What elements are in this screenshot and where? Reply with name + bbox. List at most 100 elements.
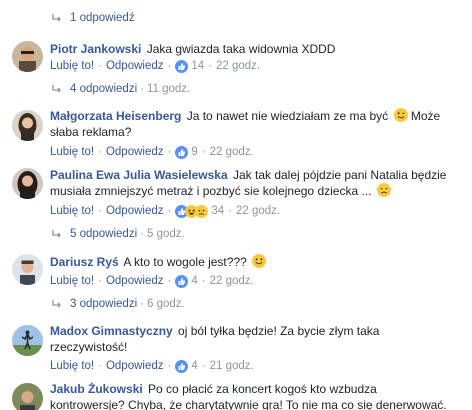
comment-text: Jak tak dalej pójdzie pani Natalia będzi… — [232, 168, 447, 182]
separator: · — [167, 360, 172, 372]
separator: · — [167, 205, 172, 217]
reactions[interactable] — [175, 145, 189, 159]
comment-author[interactable]: Piotr Jankowski — [50, 42, 141, 56]
avatar[interactable] — [12, 168, 43, 199]
reaction-count[interactable]: 9 — [191, 146, 197, 158]
separator: · — [167, 60, 172, 72]
avatar[interactable] — [12, 325, 43, 356]
comment-text-line2: rzeczywistość! — [50, 340, 128, 354]
replies-time: 11 godz. — [146, 83, 191, 95]
reaction-count[interactable]: 14 — [191, 60, 204, 72]
comment-text-line2: słaba reklama? — [50, 125, 132, 139]
reply-arrow-icon — [52, 229, 62, 239]
comment-text: Jaka gwiazda taka widownia XDDD — [146, 42, 336, 56]
comment-time[interactable]: 22 godz. — [210, 146, 254, 158]
avatar[interactable] — [12, 254, 43, 285]
comment-author[interactable]: Paulina Ewa Julia Wasielewska — [50, 168, 228, 182]
tongue-wink-emoji-icon — [393, 108, 408, 122]
comment-text: A kto to wogole jest??? — [123, 255, 247, 269]
sad-reaction-icon — [195, 204, 209, 218]
reply-arrow-icon — [52, 84, 62, 94]
comment-meta: Lubię to! · Odpowiedz · 4 · 21 godz. — [50, 358, 254, 374]
replies-count[interactable]: 5 odpowiedzi — [70, 228, 137, 240]
replies-toggle[interactable]: 3 odpowiedzi · 6 godz. — [52, 296, 185, 312]
comment-body: Małgorzata Heisenberg Ja to nawet nie wi… — [50, 108, 466, 140]
replies-time-separator: · — [140, 298, 144, 310]
comment-body: Jakub Żukowski Po co płacić za koncert k… — [50, 381, 466, 410]
comment-time[interactable]: 21 godz. — [210, 360, 254, 372]
comment-body: Dariusz Ryś A kto to wogole jest??? — [50, 254, 466, 270]
comment-author[interactable]: Madox Gimnastyczny — [50, 324, 173, 338]
replies-count[interactable]: 1 odpowiedź — [70, 12, 135, 24]
reply-button[interactable]: Odpowiedz — [106, 275, 164, 287]
comment-time[interactable]: 22 godz. — [236, 205, 280, 217]
avatar[interactable] — [12, 41, 43, 72]
separator: · — [98, 205, 102, 217]
comment-author[interactable]: Jakub Żukowski — [50, 382, 143, 396]
reaction-count[interactable]: 4 — [191, 275, 197, 287]
replies-time-separator: · — [140, 228, 144, 240]
comment-text: Ja to nawet nie wiedziałam ze ma być — [186, 109, 389, 123]
replies-toggle[interactable]: 5 odpowiedzi · 5 godz. — [52, 226, 185, 242]
comment-text-line2: kontrowersje? Chyba, że charytatywnie gr… — [50, 398, 447, 410]
replies-count[interactable]: 4 odpowiedzi — [70, 83, 137, 95]
comment-time[interactable]: 22 godz. — [216, 60, 260, 72]
replies-time: 6 godz. — [146, 298, 185, 310]
like-button[interactable]: Lubię to! — [50, 205, 94, 217]
separator: · — [98, 275, 102, 287]
reply-arrow-icon — [52, 299, 62, 309]
replies-time: 5 godz. — [146, 228, 185, 240]
comment-meta: Lubię to! · Odpowiedz · 9 · 22 godz. — [50, 144, 254, 160]
like-button[interactable]: Lubię to! — [50, 60, 94, 72]
like-button[interactable]: Lubię to! — [50, 360, 94, 372]
reply-arrow-icon — [52, 13, 62, 23]
comment-text-line2: musiała zmniejszyć metraż i pozbyć sie k… — [50, 184, 372, 198]
reply-button[interactable]: Odpowiedz — [106, 146, 164, 158]
reaction-count[interactable]: 34 — [211, 205, 224, 217]
comment-author[interactable]: Małgorzata Heisenberg — [50, 109, 181, 123]
reply-button[interactable]: Odpowiedz — [106, 205, 164, 217]
avatar[interactable] — [12, 383, 43, 410]
separator: · — [208, 60, 212, 72]
avatar[interactable] — [12, 110, 43, 141]
smile-emoji-icon — [252, 254, 267, 268]
like-reaction-icon — [175, 359, 189, 373]
replies-toggle[interactable]: 4 odpowiedzi · 11 godz. — [52, 81, 190, 97]
comment-time[interactable]: 22 godz. — [210, 275, 254, 287]
separator: · — [167, 146, 172, 158]
replies-time-separator: · — [140, 83, 144, 95]
separator: · — [201, 275, 206, 287]
disappointed-emoji-icon — [376, 183, 391, 197]
replies-toggle[interactable]: 1 odpowiedź — [52, 10, 135, 26]
reply-button[interactable]: Odpowiedz — [106, 360, 164, 372]
comment-text: oj ból tyłka będzie! Za bycie złym taka — [178, 324, 380, 338]
like-button[interactable]: Lubię to! — [50, 275, 94, 287]
comment-text: Po co płacić za koncert kogoś kto wzbudz… — [148, 382, 377, 396]
like-reaction-icon — [175, 145, 189, 159]
comment-author[interactable]: Dariusz Ryś — [50, 255, 119, 269]
comment-body: Madox Gimnastyczny oj ból tyłka będzie! … — [50, 323, 466, 355]
separator: · — [98, 60, 102, 72]
separator: · — [98, 146, 102, 158]
separator: · — [201, 146, 206, 158]
comment-body: Piotr Jankowski Jaka gwiazda taka widown… — [50, 41, 466, 57]
like-reaction-icon — [175, 274, 189, 288]
like-reaction-icon — [175, 59, 189, 73]
reply-button[interactable]: Odpowiedz — [106, 60, 164, 72]
like-button[interactable]: Lubię to! — [50, 146, 94, 158]
separator: · — [167, 275, 172, 287]
reactions[interactable] — [175, 59, 189, 73]
reaction-count[interactable]: 4 — [191, 360, 197, 372]
comment-text-tail: Może — [410, 109, 441, 123]
replies-count[interactable]: 3 odpowiedzi — [70, 298, 137, 310]
separator: · — [98, 360, 102, 372]
reactions[interactable] — [175, 359, 189, 373]
separator: · — [228, 205, 232, 217]
comment-meta: Lubię to! · Odpowiedz · 34 · 22 godz. — [50, 203, 280, 219]
reactions[interactable] — [175, 204, 209, 218]
comment-body: Paulina Ewa Julia Wasielewska Jak tak da… — [50, 167, 466, 199]
comment-meta: Lubię to! · Odpowiedz · 14 · 22 godz. — [50, 58, 260, 74]
comment-meta: Lubię to! · Odpowiedz · 4 · 22 godz. — [50, 273, 254, 289]
reactions[interactable] — [175, 274, 189, 288]
separator: · — [201, 360, 206, 372]
